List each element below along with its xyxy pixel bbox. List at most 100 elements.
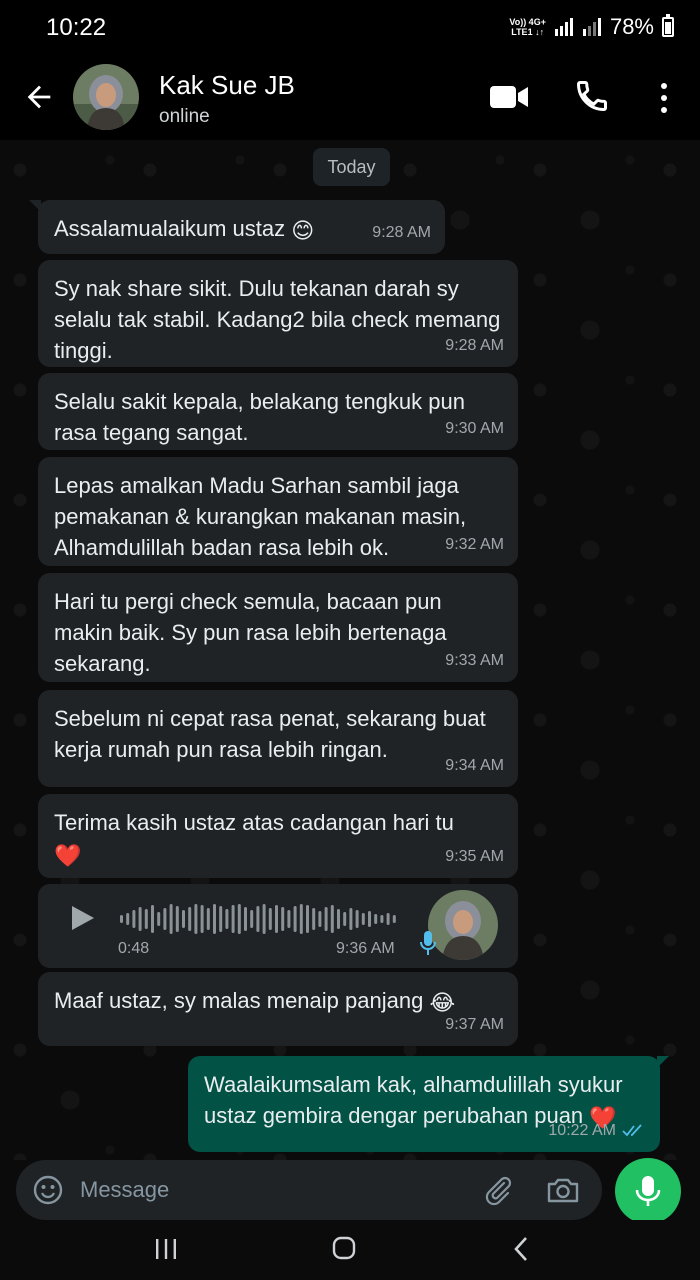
waveform-bar xyxy=(318,911,322,927)
message-input[interactable] xyxy=(80,1160,460,1220)
message-time: 9:37 AM xyxy=(445,1016,504,1033)
waveform-bar xyxy=(132,910,136,928)
waveform-bar xyxy=(368,911,371,927)
network-bottom-label: LTE1 ↓↑ xyxy=(511,27,545,37)
waveform-bar xyxy=(244,907,247,931)
waveform-bar xyxy=(188,907,192,931)
message-text: Selalu sakit kepala, belakang tengkuk pu… xyxy=(54,389,465,445)
contact-name[interactable]: Kak Sue JB xyxy=(159,70,295,101)
message-text: Sy nak share sikit. Dulu tekanan darah s… xyxy=(54,276,501,363)
waveform-bar xyxy=(343,912,347,926)
message-text: Terima kasih ustaz atas cadangan hari tu xyxy=(54,810,454,835)
signal-2-icon xyxy=(582,18,601,36)
date-divider: Today xyxy=(313,148,390,186)
message-time: 9:36 AM xyxy=(336,940,395,957)
message-time: 9:32 AM xyxy=(445,536,504,553)
incoming-message[interactable]: Assalamualaikum ustaz 😊 9:28 AM xyxy=(29,200,445,254)
chat-area[interactable]: Today Assalamualaikum ustaz 😊 9:28 AM Sy… xyxy=(0,140,700,1160)
incoming-message[interactable]: Hari tu pergi check semula, bacaan pun m… xyxy=(38,573,518,682)
waveform-bar xyxy=(324,907,328,931)
message-text: Hari tu pergi check semula, bacaan pun m… xyxy=(54,589,447,676)
message-time: 10:22 AM xyxy=(548,1122,616,1139)
outgoing-message[interactable]: Waalaikumsalam kak, alhamdulillah syukur… xyxy=(188,1056,669,1152)
more-options-icon[interactable] xyxy=(654,80,674,116)
message-box[interactable] xyxy=(16,1160,602,1220)
waveform-bar xyxy=(225,909,229,929)
emoji-picker-icon[interactable] xyxy=(32,1174,64,1206)
waveform-bar xyxy=(206,908,210,930)
message-time: 9:35 AM xyxy=(445,848,504,865)
sender-avatar xyxy=(428,890,498,960)
status-indicators: Vo)) 4G+ LTE1 ↓↑ 78% xyxy=(509,14,674,40)
battery-level xyxy=(665,21,671,34)
battery-icon xyxy=(662,14,674,37)
waveform-bar xyxy=(262,904,266,934)
contact-avatar[interactable] xyxy=(73,64,139,130)
video-call-icon[interactable] xyxy=(489,82,529,112)
waveform-bar xyxy=(275,905,278,933)
message-time: 9:33 AM xyxy=(445,652,504,669)
waveform-bar xyxy=(237,904,241,934)
waveform-bar xyxy=(144,909,148,929)
waveform-bar xyxy=(169,904,173,934)
voice-call-icon[interactable] xyxy=(574,78,610,114)
mic-badge-icon xyxy=(420,931,436,955)
waveform-bar xyxy=(213,904,216,934)
waveform-bar xyxy=(386,913,390,925)
waveform-bar xyxy=(293,906,297,932)
back-nav-icon[interactable] xyxy=(512,1236,530,1262)
network-top-label: Vo)) 4G+ xyxy=(509,17,546,27)
status-bar: 10:22 Vo)) 4G+ LTE1 ↓↑ 78% xyxy=(0,0,700,56)
waveform-bar xyxy=(120,915,123,923)
message-text: Maaf ustaz, sy malas menaip panjang xyxy=(54,988,424,1013)
heart-emoji-icon: ❤️ xyxy=(54,842,82,868)
incoming-message[interactable]: Maaf ustaz, sy malas menaip panjang 😂 9:… xyxy=(38,972,518,1046)
waveform-bar xyxy=(231,905,235,933)
message-time: 9:28 AM xyxy=(372,224,431,241)
incoming-message[interactable]: Selalu sakit kepala, belakang tengkuk pu… xyxy=(38,373,518,450)
waveform-bar xyxy=(250,910,254,928)
waveform-bar xyxy=(306,905,309,933)
voice-record-button[interactable] xyxy=(615,1158,681,1224)
voice-waveform[interactable] xyxy=(120,902,400,936)
waveform-bar xyxy=(299,904,303,934)
waveform-bar xyxy=(380,915,384,923)
read-ticks-icon xyxy=(622,1123,642,1136)
incoming-message[interactable]: Terima kasih ustaz atas cadangan hari tu… xyxy=(38,794,518,878)
message-text: Lepas amalkan Madu Sarhan sambil jaga pe… xyxy=(54,473,467,560)
attach-icon[interactable] xyxy=(482,1174,514,1206)
incoming-message[interactable]: Sy nak share sikit. Dulu tekanan darah s… xyxy=(38,260,518,367)
voice-message[interactable]: 0:48 9:36 AM xyxy=(38,884,518,968)
status-time: 10:22 xyxy=(46,14,107,41)
incoming-message[interactable]: Lepas amalkan Madu Sarhan sambil jaga pe… xyxy=(38,457,518,566)
chat-header: Kak Sue JB online xyxy=(0,56,700,140)
home-icon[interactable] xyxy=(332,1236,356,1260)
waveform-bar xyxy=(337,909,340,929)
voice-duration: 0:48 xyxy=(118,940,150,957)
back-arrow-icon[interactable] xyxy=(22,80,56,114)
microphone-icon xyxy=(635,1176,661,1206)
message-composer xyxy=(0,1158,700,1224)
message-text: Assalamualaikum ustaz xyxy=(54,216,286,241)
incoming-message[interactable]: Sebelum ni cepat rasa penat, sekarang bu… xyxy=(38,690,518,787)
waveform-bar xyxy=(200,905,204,933)
play-icon[interactable] xyxy=(70,904,96,932)
waveform-bar xyxy=(256,906,260,932)
waveform-bar xyxy=(330,905,334,933)
message-time: 9:34 AM xyxy=(445,757,504,774)
waveform-bar xyxy=(219,906,223,932)
recent-apps-icon[interactable] xyxy=(154,1238,178,1260)
waveform-bar xyxy=(138,907,142,931)
waveform-bar xyxy=(392,915,396,923)
smile-emoji-icon: 😊 xyxy=(291,217,315,243)
message-time: 9:30 AM xyxy=(445,420,504,437)
camera-icon[interactable] xyxy=(546,1174,580,1206)
waveform-bar xyxy=(349,908,353,930)
waveform-bar xyxy=(126,913,130,925)
waveform-bar xyxy=(175,906,179,932)
waveform-bar xyxy=(163,908,167,930)
waveform-bar xyxy=(374,914,378,924)
contact-status: online xyxy=(159,106,210,127)
network-indicator: Vo)) 4G+ LTE1 ↓↑ xyxy=(509,17,546,37)
waveform-bar xyxy=(157,912,161,926)
